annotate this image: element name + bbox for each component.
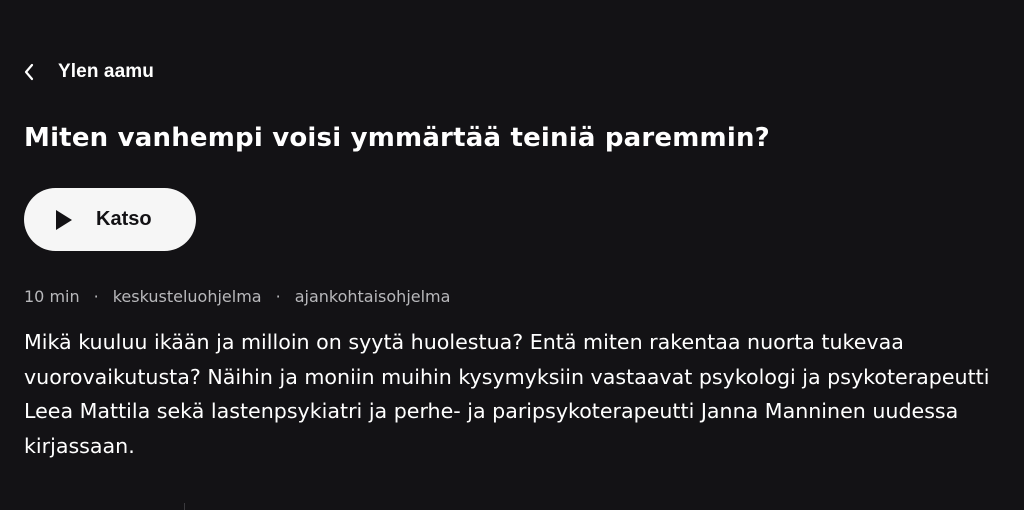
genre-tag: ajankohtaisohjelma xyxy=(294,286,451,306)
watch-button-label: Katso xyxy=(96,208,152,230)
chevron-left-icon xyxy=(22,62,36,82)
back-link[interactable]: Ylen aamu xyxy=(22,58,154,86)
genre-tag: keskusteluohjelma xyxy=(112,286,262,306)
meta-separator: · xyxy=(275,286,281,306)
program-meta: 10 min · keskusteluohjelma · ajankohtais… xyxy=(24,284,450,308)
page-title: Miten vanhempi voisi ymmärtää teiniä par… xyxy=(24,123,770,153)
program-description: Mikä kuuluu ikään ja milloin on syytä hu… xyxy=(24,330,990,458)
duration-text: 10 min xyxy=(24,286,80,306)
play-icon xyxy=(54,208,76,232)
watch-button[interactable]: Katso xyxy=(24,188,196,251)
back-link-label: Ylen aamu xyxy=(58,61,154,82)
meta-separator: · xyxy=(93,286,99,306)
divider xyxy=(184,503,185,510)
